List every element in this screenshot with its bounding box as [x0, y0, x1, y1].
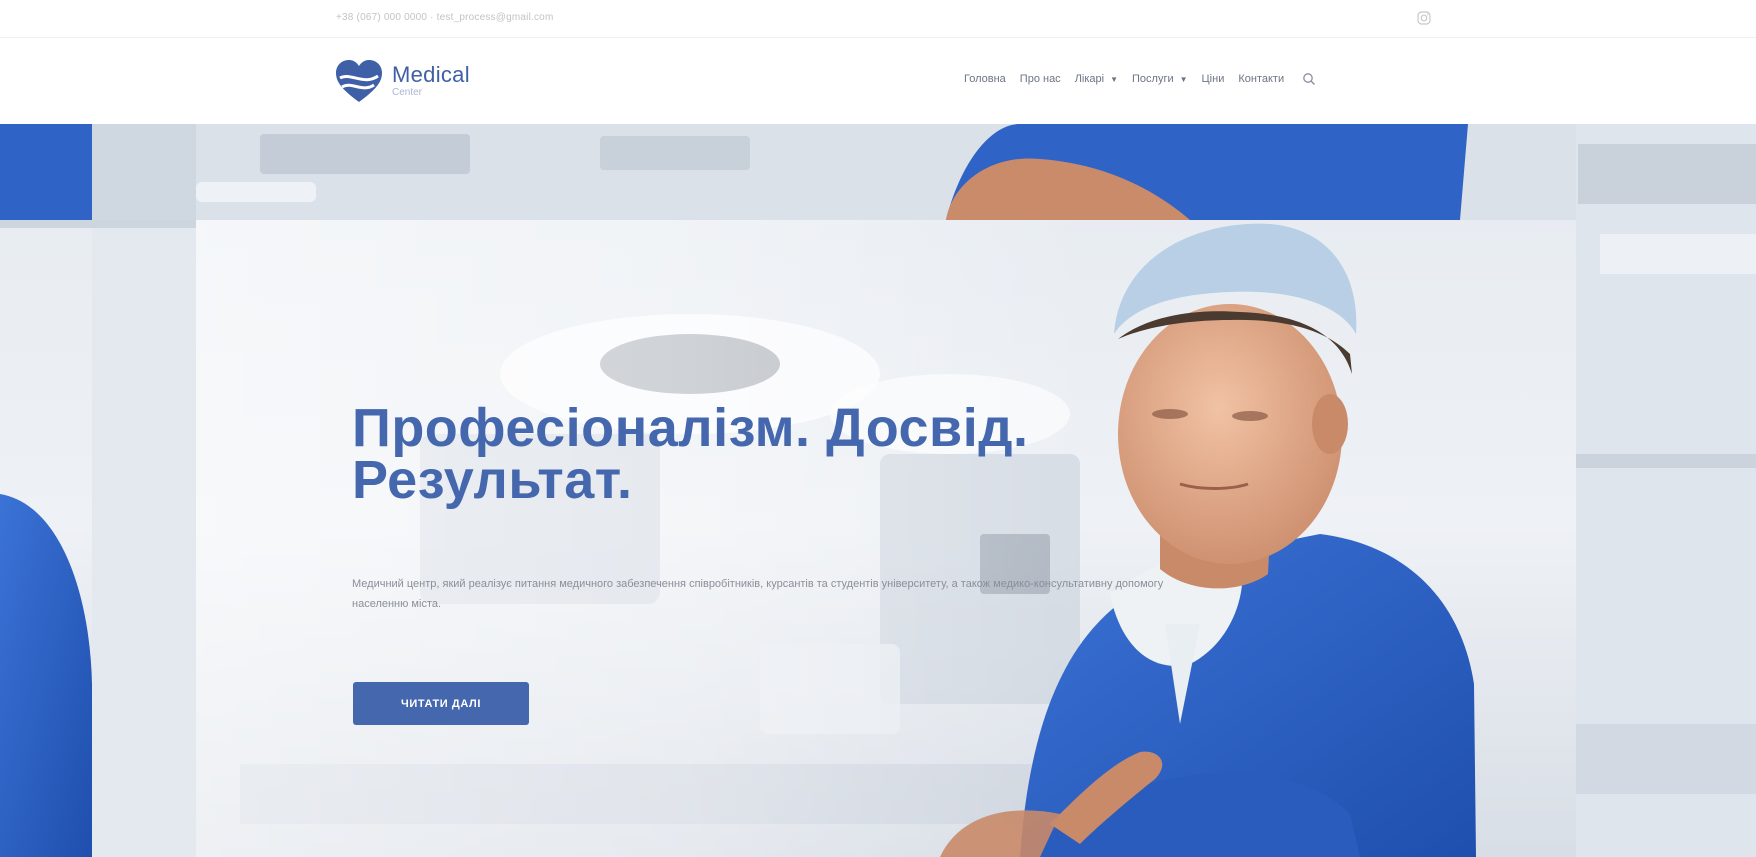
logo-subtitle: Center [392, 87, 423, 98]
read-more-button[interactable]: ЧИТАТИ ДАЛІ [353, 682, 529, 725]
logo-title: Medical [392, 62, 470, 87]
nav-item-doctors[interactable]: Лікарі ▼ [1075, 73, 1118, 85]
hero-description: Медичний центр, який реалізує питання ме… [352, 578, 1164, 610]
hero-title: Професіоналізм. Досвід. Результат. [352, 398, 1112, 510]
nav-item-home[interactable]: Головна [964, 73, 1006, 85]
contact-info: +38 (067) 000 0000 · test_process@gmail.… [336, 12, 554, 23]
main-nav: Головна Про нас Лікарі ▼ Послуги ▼ Ціни Ко… [964, 72, 1316, 86]
top-info-bar: +38 (067) 000 0000 · test_process@gmail.… [0, 0, 1756, 38]
site-logo[interactable]: Medical Center [334, 58, 470, 104]
nav-item-contacts[interactable]: Контакти [1238, 73, 1284, 85]
hero-section: Професіоналізм. Досвід. Результат. Медич… [0, 124, 1756, 857]
nav-item-about[interactable]: Про нас [1020, 73, 1061, 85]
nav-item-services[interactable]: Послуги ▼ [1132, 73, 1188, 85]
nav-item-prices[interactable]: Ціни [1202, 73, 1225, 85]
chevron-down-icon: ▼ [1110, 74, 1119, 84]
site-header: Medical Center Головна Про нас Лікарі ▼ П… [0, 38, 1756, 124]
heart-logo-icon [336, 60, 382, 102]
hero-title-line-2: Результат. [352, 450, 633, 510]
chevron-down-icon: ▼ [1179, 74, 1188, 84]
hero-title-line-1: Професіоналізм. Досвід. [352, 398, 1029, 458]
search-icon[interactable] [1302, 72, 1316, 86]
instagram-icon[interactable] [1416, 10, 1432, 26]
